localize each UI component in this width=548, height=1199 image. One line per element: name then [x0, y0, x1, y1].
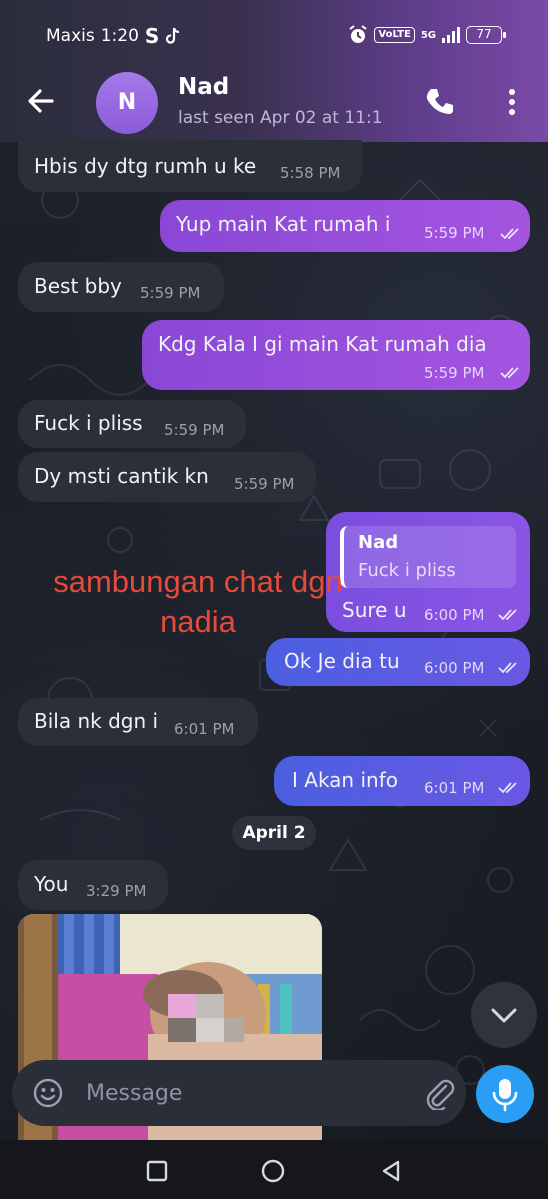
message-bubble-outgoing[interactable]: I Akan info 6:01 PM [274, 756, 530, 806]
status-left: Maxis 1:20 S [46, 24, 181, 48]
status-bar: Maxis 1:20 S VoLTE 5G 77 [0, 22, 548, 50]
mic-icon [492, 1079, 518, 1112]
double-check-icon [500, 367, 519, 379]
message-bubble-outgoing[interactable]: Ok Je dia tu 6:00 PM [266, 638, 530, 686]
emoji-icon[interactable] [32, 1077, 64, 1109]
annotation-line: nadia [160, 604, 236, 639]
message-text: I Akan info [292, 768, 398, 792]
message-time: 5:59 PM [164, 421, 225, 439]
back-arrow-icon[interactable] [24, 84, 58, 118]
message-bubble-incoming[interactable]: Dy msti cantik kn 5:59 PM [18, 452, 316, 502]
message-bubble-incoming[interactable]: Bila nk dgn i 6:01 PM [18, 698, 258, 746]
message-time: 6:01 PM [174, 720, 235, 738]
message-text: You [34, 872, 69, 896]
double-check-icon [498, 662, 517, 674]
message-text: Ok Je dia tu [284, 649, 400, 673]
message-time: 5:59 PM [140, 284, 201, 302]
date-separator: April 2 [232, 816, 316, 850]
s-notification-icon: S [144, 24, 160, 48]
carrier-label: Maxis [46, 26, 95, 46]
chat-header: N Nad last seen Apr 02 at 11:1 [0, 68, 548, 138]
signal-icon [442, 27, 460, 43]
message-text: Yup main Kat rumah i [176, 212, 391, 236]
message-bubble-incoming[interactable]: You 3:29 PM [18, 860, 168, 910]
message-time: 5:59 PM [424, 224, 485, 242]
contact-name[interactable]: Nad [178, 74, 229, 100]
message-bubble-outgoing[interactable]: Yup main Kat rumah i 5:59 PM [160, 200, 530, 252]
phone-icon[interactable] [424, 86, 456, 118]
message-time: 6:01 PM [424, 779, 485, 797]
triangle-back-icon[interactable] [378, 1158, 404, 1184]
contact-avatar[interactable]: N [96, 72, 158, 134]
message-time: 5:58 PM [280, 164, 341, 182]
voice-record-button[interactable] [476, 1065, 534, 1123]
clock: 1:20 [100, 26, 139, 46]
circle-icon[interactable] [260, 1158, 286, 1184]
message-bubble-incoming[interactable]: Fuck i pliss 5:59 PM [18, 400, 246, 448]
alarm-icon [349, 25, 367, 43]
message-composer [12, 1060, 466, 1126]
message-text: Dy msti cantik kn [34, 464, 209, 488]
message-text: Kdg Kala I gi main Kat rumah dia [158, 332, 487, 356]
scroll-to-bottom-button[interactable] [471, 982, 537, 1048]
reply-author: Nad [358, 532, 399, 553]
message-text: Best bby [34, 274, 122, 298]
message-text: Fuck i pliss [34, 411, 143, 435]
battery-icon: 77 [466, 26, 506, 44]
message-bubble-outgoing[interactable]: Kdg Kala I gi main Kat rumah dia 5:59 PM [142, 320, 530, 390]
chevron-down-icon [491, 1008, 517, 1023]
annotation-line: sambungan chat dgn [53, 564, 343, 599]
message-time: 5:59 PM [424, 364, 485, 382]
message-input[interactable] [86, 1072, 396, 1114]
square-icon[interactable] [144, 1158, 170, 1184]
message-time: 3:29 PM [86, 882, 147, 900]
message-bubble-incoming[interactable]: Best bby 5:59 PM [18, 262, 224, 312]
last-seen-status: last seen Apr 02 at 11:1 [178, 108, 383, 128]
network-type: 5G [420, 29, 436, 41]
system-nav-bar [0, 1140, 548, 1199]
overlay-annotation: sambungan chat dgn nadia [18, 562, 378, 642]
message-time: 5:59 PM [234, 475, 295, 493]
paperclip-icon[interactable] [422, 1076, 456, 1110]
status-right: VoLTE 5G 77 [348, 25, 506, 45]
message-text: Hbis dy dtg rumh u ke [34, 154, 257, 178]
double-check-icon [498, 782, 517, 794]
message-time: 6:00 PM [424, 659, 485, 677]
message-time: 6:00 PM [424, 606, 485, 624]
message-bubble-incoming[interactable]: Hbis dy dtg rumh u ke 5:58 PM [18, 140, 362, 192]
double-check-icon [498, 609, 517, 621]
double-check-icon [500, 228, 519, 240]
more-vertical-icon[interactable] [500, 86, 524, 118]
volte-badge: VoLTE [374, 27, 415, 43]
tiktok-icon [166, 27, 180, 44]
message-text: Bila nk dgn i [34, 709, 159, 733]
